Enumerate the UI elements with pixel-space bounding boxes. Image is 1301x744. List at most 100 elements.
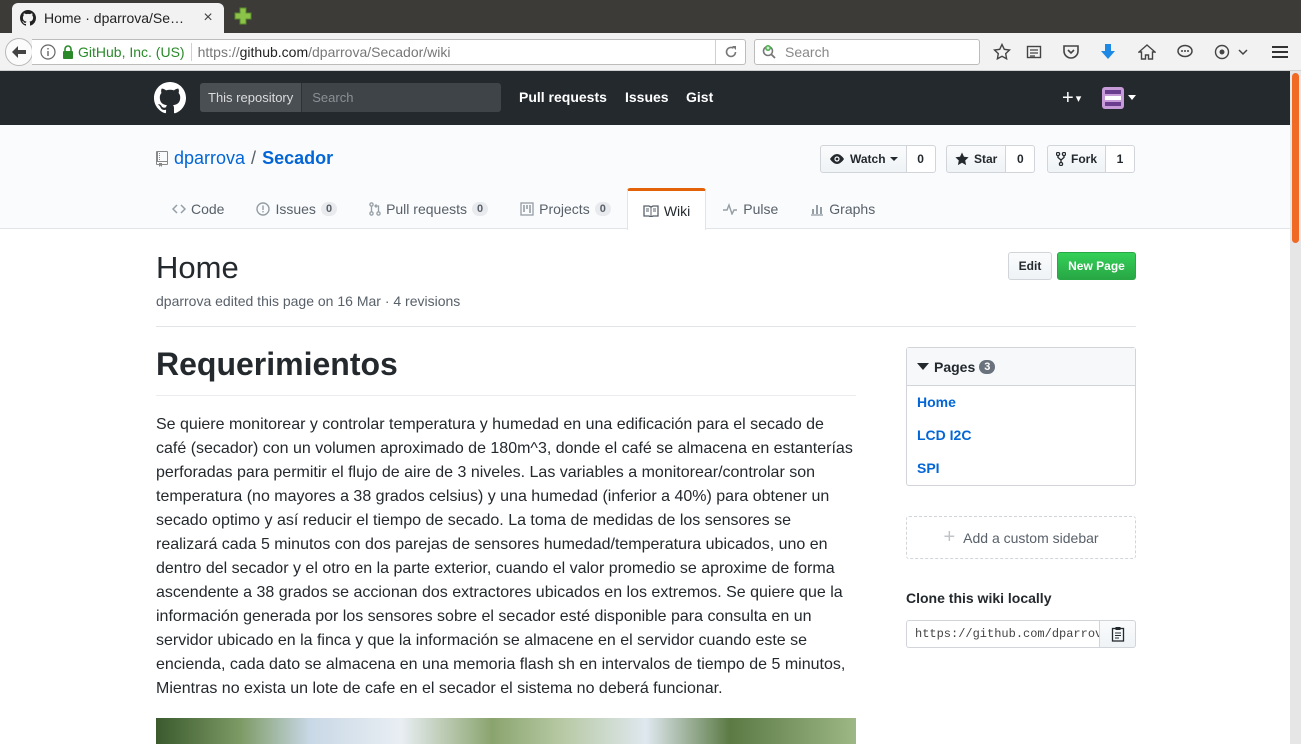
repo-icon xyxy=(156,150,168,167)
watch-button-group: Watch 0 xyxy=(820,145,936,173)
page-link-spi[interactable]: SPI xyxy=(917,458,1125,491)
issues-counter: 0 xyxy=(320,202,338,216)
scrollbar-thumb[interactable] xyxy=(1292,73,1299,243)
page-link-home[interactable]: Home xyxy=(917,392,1125,425)
page-link-lcd-i2c[interactable]: LCD I2C xyxy=(917,425,1125,458)
star-count[interactable]: 0 xyxy=(1006,145,1036,173)
reload-button[interactable] xyxy=(715,40,745,64)
star-icon xyxy=(955,152,969,166)
browser-search-placeholder: Search xyxy=(785,44,830,60)
divider xyxy=(156,326,1136,327)
tab-code[interactable]: Code xyxy=(156,188,240,229)
pulse-icon xyxy=(723,203,738,215)
copy-to-clipboard-button[interactable] xyxy=(1100,620,1136,648)
tab-pulse-label: Pulse xyxy=(743,201,779,217)
site-identity: GitHub, Inc. (US) xyxy=(78,44,185,60)
book-icon xyxy=(643,204,659,217)
repo-search-box[interactable]: This repository Search xyxy=(200,83,501,112)
url-separator xyxy=(190,43,192,61)
repo-path-separator: / xyxy=(251,148,257,168)
download-icon[interactable] xyxy=(1098,42,1118,62)
add-custom-sidebar-label: Add a custom sidebar xyxy=(963,529,1099,546)
page-scrollbar[interactable] xyxy=(1290,71,1301,744)
wiki-page-title: Home xyxy=(156,250,239,285)
watch-count[interactable]: 0 xyxy=(906,145,936,173)
fork-label: Fork xyxy=(1071,152,1098,166)
user-avatar-menu[interactable] xyxy=(1102,87,1138,109)
clone-url-group: https://github.com/dparrova/Secador.wiki… xyxy=(906,620,1136,648)
star-button[interactable]: Star xyxy=(946,145,1007,173)
fork-icon xyxy=(1056,152,1066,166)
eye-icon xyxy=(830,154,844,164)
repo-nav: Code Issues 0 Pull requests 0 Projects 0… xyxy=(156,188,891,230)
url-path: /dparrova/Secador/wiki xyxy=(308,44,451,60)
search-scope-label: This repository xyxy=(200,83,303,112)
tab-issues[interactable]: Issues 0 xyxy=(240,188,353,229)
edit-button[interactable]: Edit xyxy=(1008,252,1052,280)
create-new-menu[interactable]: + ▾ xyxy=(1062,86,1094,110)
reload-icon xyxy=(725,46,736,58)
search-engine-icon xyxy=(762,45,776,59)
header-nav-gist[interactable]: Gist xyxy=(686,89,713,105)
triangle-down-icon xyxy=(917,363,929,370)
clone-wiki-title: Clone this wiki locally xyxy=(906,590,1052,606)
new-page-button[interactable]: New Page xyxy=(1057,252,1136,280)
home-icon[interactable] xyxy=(1137,42,1157,62)
add-custom-sidebar-button[interactable]: + Add a custom sidebar xyxy=(906,516,1136,559)
browser-tab[interactable]: Home · dparrova/Se… × xyxy=(12,3,224,33)
github-logo-icon[interactable] xyxy=(154,82,186,114)
repo-header: dparrova / Secador Watch 0 Star 0 Fork 1… xyxy=(0,125,1290,230)
chat-icon[interactable] xyxy=(1175,42,1195,62)
reading-list-icon[interactable] xyxy=(1024,42,1044,62)
pocket-icon[interactable] xyxy=(1061,42,1081,62)
header-nav-issues[interactable]: Issues xyxy=(625,89,669,105)
plus-icon: + xyxy=(1062,86,1074,109)
github-favicon-icon xyxy=(20,10,36,26)
privacy-mask-icon[interactable] xyxy=(1212,42,1232,62)
tab-projects[interactable]: Projects 0 xyxy=(504,188,627,229)
avatar xyxy=(1102,87,1124,109)
new-tab-plus-icon[interactable] xyxy=(233,6,253,26)
tab-graphs-label: Graphs xyxy=(829,201,876,217)
secure-lock-icon xyxy=(63,45,73,59)
tab-issues-label: Issues xyxy=(275,201,316,217)
pages-list: Home LCD I2C SPI xyxy=(907,386,1135,497)
tab-pull-requests[interactable]: Pull requests 0 xyxy=(353,188,504,229)
tab-wiki[interactable]: Wiki xyxy=(626,188,707,230)
back-button[interactable] xyxy=(5,38,33,66)
hamburger-menu-icon[interactable] xyxy=(1270,42,1290,62)
pages-toggle[interactable]: Pages 3 xyxy=(907,348,1135,386)
fork-button-group: Fork 1 xyxy=(1047,145,1136,173)
clone-url-input[interactable]: https://github.com/dparrova/Secador.wiki… xyxy=(906,620,1100,648)
wiki-page-meta: dparrova edited this page on 16 Mar · 4 … xyxy=(156,293,461,309)
bookmark-star-icon[interactable] xyxy=(992,42,1012,62)
repo-title: dparrova / Secador xyxy=(156,148,333,169)
tab-pull-requests-label: Pull requests xyxy=(386,201,467,217)
back-arrow-icon xyxy=(12,46,26,58)
tab-code-label: Code xyxy=(191,201,225,217)
tab-graphs[interactable]: Graphs xyxy=(794,188,891,229)
project-icon xyxy=(520,202,534,216)
tab-title: Home · dparrova/Se… xyxy=(44,10,185,26)
site-info-icon[interactable] xyxy=(40,44,56,60)
repo-search-input[interactable]: Search xyxy=(302,83,363,112)
fork-button[interactable]: Fork xyxy=(1047,145,1107,173)
browser-search-field[interactable]: Search xyxy=(754,39,980,65)
plus-icon: + xyxy=(943,526,956,548)
url-prefix: https:// xyxy=(197,44,240,60)
caret-down-icon xyxy=(889,156,898,161)
graph-icon xyxy=(811,205,824,216)
repo-owner-link[interactable]: dparrova xyxy=(174,148,245,169)
watch-button[interactable]: Watch xyxy=(820,145,907,173)
url-bar[interactable]: GitHub, Inc. (US) https://github.com/dpa… xyxy=(32,39,746,65)
fork-count[interactable]: 1 xyxy=(1106,145,1136,173)
repo-name-link[interactable]: Secador xyxy=(262,148,333,169)
code-icon xyxy=(172,204,186,214)
pull-request-icon xyxy=(369,202,381,216)
chevron-down-icon[interactable] xyxy=(1236,42,1250,62)
browser-nav-bar: GitHub, Inc. (US) https://github.com/dpa… xyxy=(0,33,1301,71)
tab-pulse[interactable]: Pulse xyxy=(706,188,794,229)
header-nav-pull-requests[interactable]: Pull requests xyxy=(519,89,607,105)
url-text[interactable]: https://github.com/dparrova/Secador/wiki xyxy=(198,44,715,60)
tab-close-icon[interactable]: × xyxy=(200,9,216,27)
